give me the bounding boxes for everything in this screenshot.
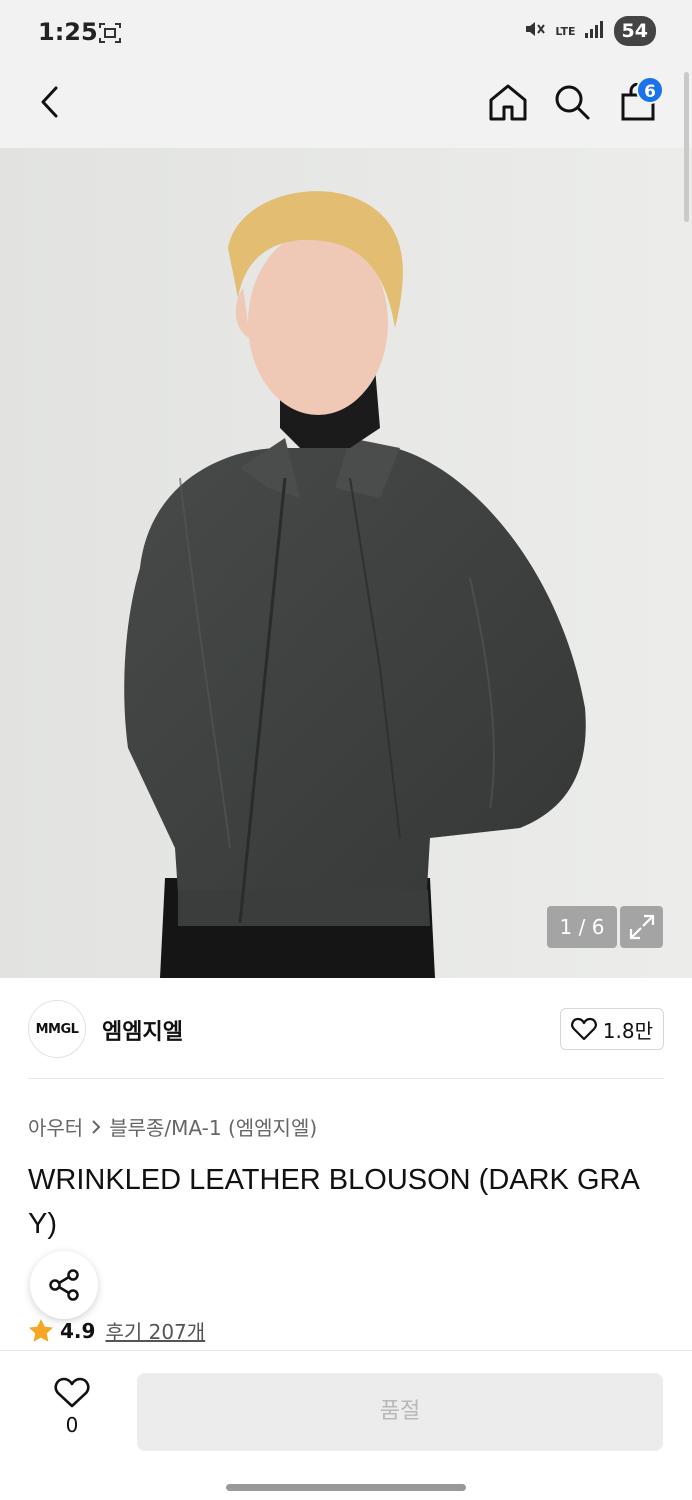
status-icons: LTE 54: [523, 16, 656, 46]
home-icon: [489, 84, 527, 121]
scrollbar[interactable]: [684, 72, 689, 222]
divider: [28, 1078, 664, 1079]
chevron-left-icon: [41, 86, 58, 118]
product-image[interactable]: [0, 148, 692, 978]
product-title: WRINKLED LEATHER BLOUSON (DARK GRAY): [28, 1164, 640, 1240]
brand-like-count: 1.8만: [602, 1018, 653, 1043]
expand-icon: [629, 914, 654, 940]
rating-value: 4.9: [60, 1318, 96, 1343]
screenshot-icon: [98, 22, 122, 44]
sold-out-button[interactable]: 품절: [137, 1373, 663, 1451]
signal-icon: [584, 19, 606, 43]
home-indicator[interactable]: [226, 1484, 466, 1491]
expand-image-button[interactable]: [620, 906, 663, 948]
review-link[interactable]: 후기 207개: [105, 1316, 205, 1345]
breadcrumb-subcategory[interactable]: 블루종/MA-1 (엠엠지엘): [109, 1112, 317, 1141]
bottom-action-bar: 0 품절: [0, 1350, 692, 1500]
brand-like-button[interactable]: 1.8만: [559, 1008, 664, 1050]
network-label: LTE: [555, 24, 576, 38]
search-button[interactable]: [550, 80, 594, 124]
heart-icon: [570, 1017, 597, 1041]
brand-row: MMGL 엠엠지엘 1.8만: [28, 1000, 664, 1058]
home-button[interactable]: [486, 80, 530, 124]
search-icon: [555, 85, 590, 120]
image-counter: 1 / 6: [547, 906, 617, 948]
back-button[interactable]: [28, 80, 72, 124]
status-bar: 1:25 LTE 54: [0, 0, 692, 64]
breadcrumb: 아우터 블루종/MA-1 (엠엠지엘): [28, 1112, 317, 1141]
mute-icon: [523, 17, 547, 45]
battery-indicator: 54: [613, 16, 656, 46]
wishlist-button[interactable]: 0: [40, 1377, 104, 1447]
heart-icon: [54, 1377, 90, 1408]
top-navigation: [0, 64, 692, 148]
brand-name[interactable]: 엠엠지엘: [102, 1014, 183, 1046]
wishlist-count: 0: [65, 1413, 79, 1437]
status-time: 1:25: [38, 18, 98, 46]
chevron-right-icon: [92, 1119, 101, 1134]
star-icon: [29, 1318, 53, 1342]
rating-row: 4.9 후기 207개: [28, 1316, 205, 1345]
share-button[interactable]: [30, 1251, 98, 1319]
breadcrumb-category[interactable]: 아우터: [28, 1112, 83, 1141]
brand-logo[interactable]: MMGL: [28, 1000, 86, 1058]
share-icon: [49, 1269, 79, 1301]
cart-count-badge: 6: [636, 76, 664, 104]
